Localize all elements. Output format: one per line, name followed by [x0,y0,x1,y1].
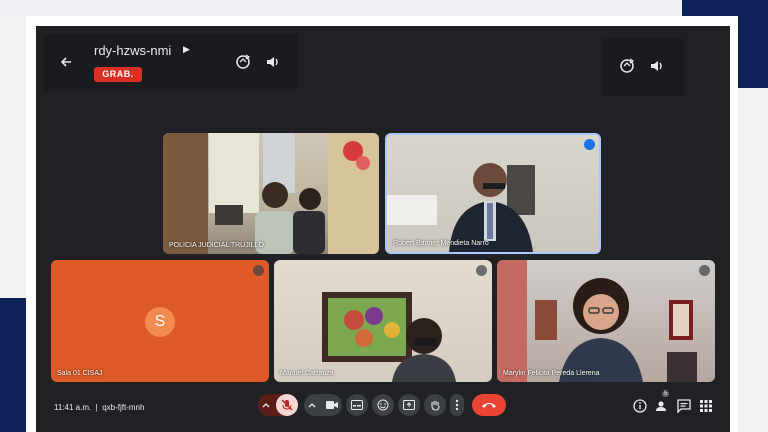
meet-window: rdy-hzws-nmi ▶ GRAB. POLICIA JUDICIAL TR… [36,26,730,432]
video-feed-painting-scene [322,292,456,382]
participant-tile-sala[interactable]: S Sala 01 CISAJ [51,260,269,382]
participant-name: Robert Banner Mendieta Narro [393,240,489,247]
people-count-badge: 5 [662,391,670,397]
navy-decoration-bottom-left [0,298,28,432]
video-feed-room-scene [163,133,379,254]
meeting-code-footer: qxb-fjft-mnh [102,403,145,412]
control-bar: 11:41 a.m. | qxb-fjft-mnh 5 [36,390,730,432]
separator: | [95,403,98,412]
arrow-left-icon [60,57,71,67]
emoji-button[interactable] [372,394,394,416]
mic-off-icon [699,265,710,276]
participant-tile-manuel[interactable]: Manuel Carranza [274,260,492,382]
present-icon [403,400,415,410]
pip-controls [602,38,684,96]
chat-icon [677,399,691,414]
participant-name: Marylin Felicita Pereda Llerena [503,370,600,377]
speaker-icon [651,61,662,71]
activities-icon [700,400,712,412]
camera-switch-icon [620,58,635,73]
back-button[interactable] [56,52,76,72]
camera-icon [326,401,338,409]
more-options-button[interactable] [450,394,464,416]
captions-icon [351,400,363,410]
mic-toggle[interactable] [276,394,298,416]
speaker-icon [267,57,278,67]
chevron-right-icon[interactable]: ▶ [183,44,190,55]
video-feed-office-scene [387,163,535,252]
camera-switch-button-2[interactable] [616,55,638,77]
camera-switch-icon [236,54,251,69]
chat-button[interactable] [676,398,692,414]
hang-up-button[interactable] [472,394,506,416]
chevron-up-icon [308,403,316,408]
volume-button-2[interactable] [646,55,668,77]
speaking-indicator [584,139,595,150]
meeting-code[interactable]: rdy-hzws-nmi [94,43,171,58]
participant-name: Manuel Carranza [280,370,334,377]
participant-tile-marylin[interactable]: Marylin Felicita Pereda Llerena [497,260,715,382]
more-vert-icon [455,399,459,411]
recording-badge: GRAB. [94,67,142,82]
raise-hand-icon [431,401,440,411]
meeting-time-code: 11:41 a.m. | qxb-fjft-mnh [54,403,144,412]
present-button[interactable] [398,394,420,416]
camera-switch-button[interactable] [232,51,254,73]
people-button[interactable]: 5 [654,391,670,414]
participant-tile-policia[interactable]: POLICIA JUDICIAL TRUJILLO [163,133,379,254]
captions-button[interactable] [346,394,368,416]
meeting-time: 11:41 a.m. [54,403,92,412]
mic-off-icon [281,399,293,411]
people-icon [656,401,666,411]
info-icon [633,399,647,413]
video-feed-home-scene [497,260,697,382]
camera-button[interactable] [304,394,342,416]
chevron-up-icon [262,403,270,408]
raise-hand-button[interactable] [424,394,446,416]
meeting-info-panel: rdy-hzws-nmi ▶ GRAB. [44,34,298,91]
participant-tile-robert[interactable]: Robert Banner Mendieta Narro [385,133,601,254]
activities-button[interactable] [698,398,714,414]
mic-off-icon [476,265,487,276]
hang-up-icon [482,403,496,408]
avatar: S [145,307,175,337]
info-button[interactable] [632,398,648,414]
mic-off-icon [253,265,264,276]
emoji-icon [377,399,389,411]
volume-button[interactable] [262,51,284,73]
participant-name: Sala 01 CISAJ [57,370,103,377]
participant-name: POLICIA JUDICIAL TRUJILLO [169,242,264,249]
